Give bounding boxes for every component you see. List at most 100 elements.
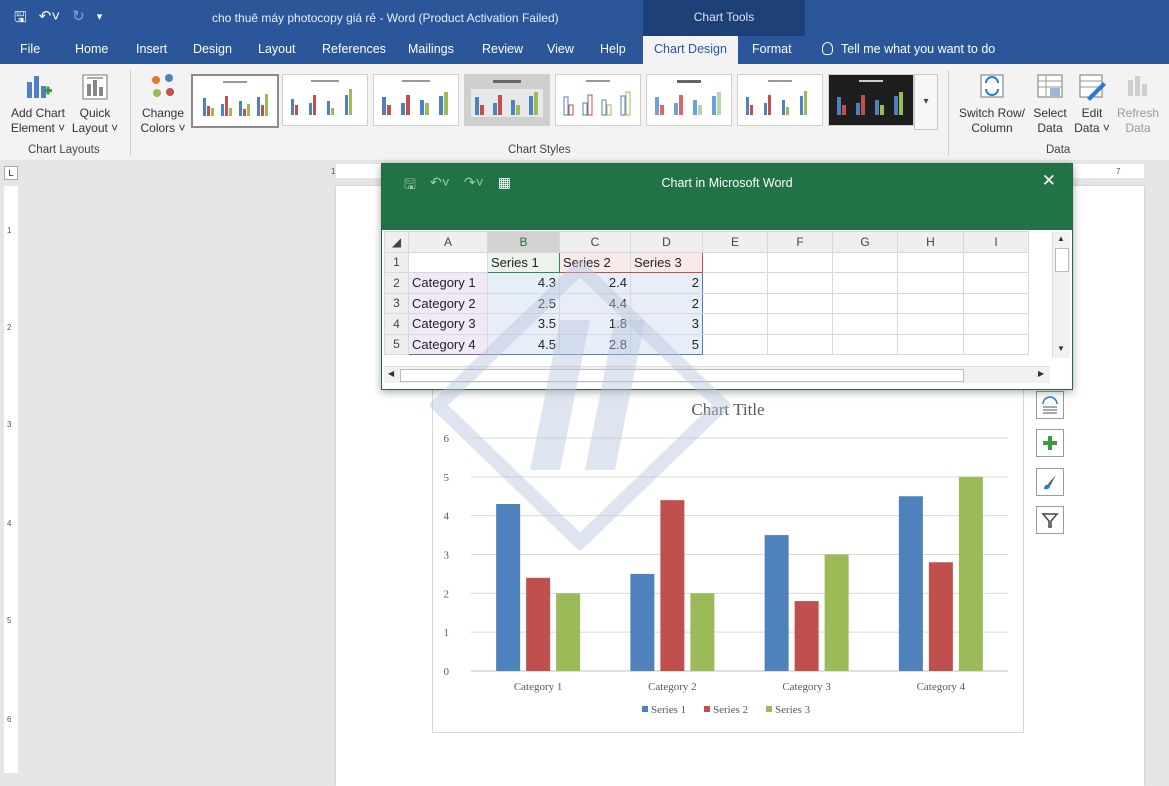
tab-help[interactable]: Help [600, 36, 626, 64]
cell-value[interactable]: 4.4 [559, 292, 631, 314]
chart-style-2[interactable] [282, 74, 368, 126]
close-icon[interactable]: ✕ [1042, 171, 1056, 191]
scroll-right-icon[interactable]: ▶ [1038, 369, 1044, 378]
scrollbar-thumb[interactable] [1055, 248, 1069, 272]
cell-category[interactable]: Category 2 [408, 292, 488, 314]
vertical-scrollbar[interactable]: ▲ ▼ [1052, 232, 1070, 358]
cell[interactable] [702, 272, 768, 294]
column-header[interactable]: F [767, 231, 833, 253]
horizontal-scrollbar[interactable]: ◀ ▶ [384, 366, 1050, 383]
cell-value[interactable]: 3 [630, 313, 703, 335]
tab-design[interactable]: Design [193, 36, 232, 64]
cell[interactable] [767, 333, 833, 355]
column-header[interactable]: C [559, 231, 631, 253]
cell-value[interactable]: 2 [630, 292, 703, 314]
cell-series-name[interactable]: Series 2 [559, 251, 631, 273]
tell-me-search[interactable]: Tell me what you want to do [822, 36, 995, 64]
tab-selector[interactable]: L [4, 166, 18, 180]
cell-category[interactable]: Category 3 [408, 313, 488, 335]
column-header[interactable]: D [630, 231, 703, 253]
cell[interactable] [702, 292, 768, 314]
column-header[interactable]: G [832, 231, 898, 253]
chart-style-6[interactable] [646, 74, 732, 126]
cell[interactable] [897, 292, 964, 314]
chart-style-3[interactable] [373, 74, 459, 126]
column-header[interactable]: E [702, 231, 768, 253]
column-header[interactable]: H [897, 231, 964, 253]
tab-mailings[interactable]: Mailings [408, 36, 454, 64]
cell[interactable] [963, 251, 1029, 273]
tab-insert[interactable]: Insert [136, 36, 167, 64]
undo-icon[interactable]: ↶˅ [39, 7, 60, 32]
row-header[interactable]: 1 [384, 251, 409, 273]
cell-category[interactable]: Category 4 [408, 333, 488, 355]
row-header[interactable]: 4 [384, 313, 409, 335]
cell[interactable] [897, 272, 964, 294]
chart-data-window[interactable]: 🖫 ↶˅ ↷˅ ▦ Chart in Microsoft Word ✕ ◢ A … [381, 163, 1073, 390]
cell[interactable] [832, 272, 898, 294]
cell-value[interactable]: 2 [630, 272, 703, 294]
cell[interactable] [702, 313, 768, 335]
quick-layout-button[interactable]: Quick Layout ˅ [70, 72, 120, 136]
scroll-up-icon[interactable]: ▲ [1057, 234, 1065, 243]
cell-category[interactable]: Category 1 [408, 272, 488, 294]
scroll-down-icon[interactable]: ▼ [1057, 344, 1065, 353]
cell[interactable] [963, 313, 1029, 335]
chart-elements-button[interactable] [1036, 429, 1064, 457]
chart-area[interactable]: Chart Title 0 1 2 3 4 5 6 Category 1 Category 2C… [432, 385, 1024, 733]
save-icon[interactable]: 🖫 [14, 7, 27, 32]
column-header[interactable]: I [963, 231, 1029, 253]
cell[interactable] [963, 333, 1029, 355]
gallery-more-button[interactable]: ▾ [914, 74, 938, 130]
cell[interactable] [897, 313, 964, 335]
add-chart-element-button[interactable]: Add Chart Element ˅ [8, 72, 68, 136]
cell-series-name[interactable]: Series 1 [487, 251, 560, 273]
layout-options-button[interactable] [1036, 391, 1064, 419]
cell-value[interactable]: 4.5 [487, 333, 560, 355]
cell-value[interactable]: 4.3 [487, 272, 560, 294]
chart-filters-button[interactable] [1036, 506, 1064, 534]
cell-value[interactable]: 2.8 [559, 333, 631, 355]
row-header[interactable]: 5 [384, 333, 409, 355]
cell[interactable] [767, 292, 833, 314]
cell[interactable] [897, 333, 964, 355]
column-header[interactable]: A [408, 231, 488, 253]
redo-icon[interactable]: ↻ [72, 7, 85, 32]
cell[interactable] [702, 251, 768, 273]
chart-style-7[interactable] [737, 74, 823, 126]
edit-data-button[interactable]: Edit Data ˅ [1072, 72, 1112, 136]
cell-series-name[interactable]: Series 3 [630, 251, 703, 273]
cell-value[interactable]: 2.5 [487, 292, 560, 314]
tab-file[interactable]: File [20, 36, 40, 64]
tab-home[interactable]: Home [75, 36, 108, 64]
cell[interactable] [702, 333, 768, 355]
select-all-corner[interactable]: ◢ [384, 231, 409, 253]
chart-styles-button[interactable] [1036, 468, 1064, 496]
select-data-button[interactable]: Select Data [1030, 72, 1070, 136]
scroll-left-icon[interactable]: ◀ [388, 369, 394, 378]
cell[interactable] [897, 251, 964, 273]
cell[interactable] [767, 313, 833, 335]
cell[interactable] [963, 272, 1029, 294]
tab-format[interactable]: Format [752, 36, 792, 64]
cell[interactable] [832, 292, 898, 314]
cell[interactable] [408, 251, 488, 273]
cell[interactable] [767, 272, 833, 294]
row-header[interactable]: 3 [384, 292, 409, 314]
customize-qat-icon[interactable]: ▾ [97, 7, 103, 32]
cell[interactable] [832, 313, 898, 335]
switch-row-column-button[interactable]: Switch Row/ Column [956, 72, 1028, 136]
chart-style-1[interactable] [191, 74, 279, 128]
tab-chart-design[interactable]: Chart Design [643, 36, 738, 65]
chart-style-5[interactable] [555, 74, 641, 126]
cell[interactable] [963, 292, 1029, 314]
tab-review[interactable]: Review [482, 36, 523, 64]
chart-style-4[interactable] [464, 74, 550, 126]
scrollbar-thumb[interactable] [400, 369, 964, 382]
cell[interactable] [767, 251, 833, 273]
cell-value[interactable]: 2.4 [559, 272, 631, 294]
row-header[interactable]: 2 [384, 272, 409, 294]
cell[interactable] [832, 251, 898, 273]
column-header[interactable]: B [487, 231, 560, 253]
tab-layout[interactable]: Layout [258, 36, 296, 64]
